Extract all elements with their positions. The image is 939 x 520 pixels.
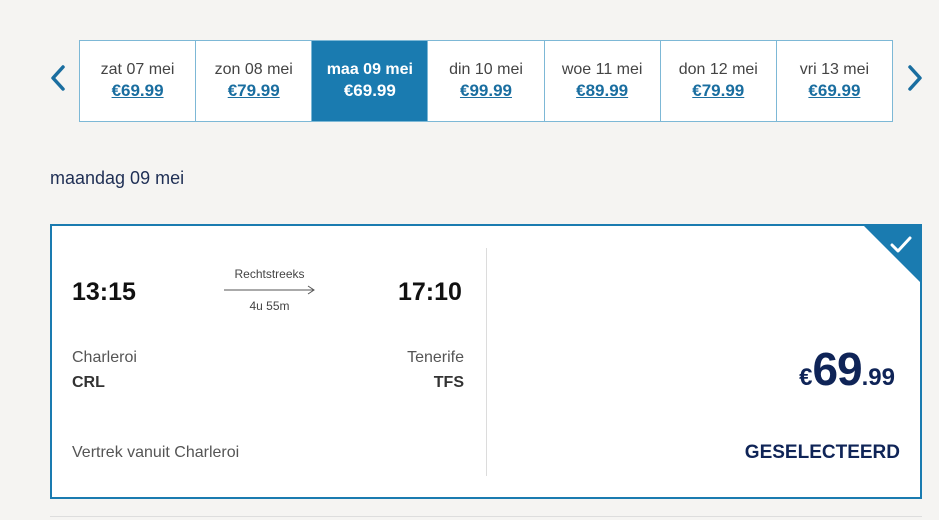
departs-from-note: Vertrek vanuit Charleroi: [72, 444, 240, 461]
date-selector: zat 07 mei €69.99 zon 08 mei €79.99 maa …: [79, 40, 893, 122]
price-currency: €: [799, 364, 813, 391]
flight-duration: 4u 55m: [249, 299, 290, 313]
date-price[interactable]: €79.99: [228, 80, 280, 102]
date-label: woe 11 mei: [561, 61, 643, 78]
chevron-left-icon[interactable]: [46, 60, 70, 96]
flight-card[interactable]: 13:15 Rechtstreeks 4u 55m 17:10 Charlero…: [50, 224, 922, 499]
date-price: €69.99: [343, 81, 396, 100]
selected-status-button[interactable]: GESELECTEERD: [745, 442, 900, 464]
date-label: zat 07 mei: [100, 61, 175, 78]
price-main: 69: [812, 343, 862, 395]
date-option-3[interactable]: din 10 mei €99.99: [428, 41, 545, 121]
arrival-time: 17:10: [398, 278, 462, 306]
date-price[interactable]: €99.99: [460, 80, 512, 102]
date-option-6[interactable]: vri 13 mei €69.99: [777, 41, 892, 121]
date-option-4[interactable]: woe 11 mei €89.99: [545, 41, 661, 121]
departure-code: CRL: [72, 374, 105, 391]
date-price[interactable]: €79.99: [692, 80, 744, 102]
arrow-right-icon: [224, 285, 315, 295]
flight-price: €69.99: [799, 342, 895, 396]
date-option-selected[interactable]: maa 09 mei €69.99: [312, 41, 429, 121]
arrival-code: TFS: [433, 374, 464, 391]
divider: [50, 516, 922, 517]
checkmark-icon: [890, 236, 912, 253]
date-label: zon 08 mei: [214, 61, 293, 78]
date-option-5[interactable]: don 12 mei €79.99: [661, 41, 777, 121]
card-divider: [486, 248, 487, 476]
date-option-1[interactable]: zon 08 mei €79.99: [196, 41, 313, 121]
date-price[interactable]: €69.99: [112, 80, 164, 102]
date-label: din 10 mei: [449, 61, 523, 78]
selected-corner-badge: [862, 226, 920, 284]
date-option-0[interactable]: zat 07 mei €69.99: [80, 41, 197, 121]
price-cents: .99: [861, 364, 895, 391]
date-label: don 12 mei: [678, 61, 758, 78]
departure-city: Charleroi: [72, 349, 137, 366]
date-price[interactable]: €69.99: [808, 80, 860, 102]
day-heading: maandag 09 mei: [50, 168, 185, 188]
route-type: Rechtstreeks: [234, 267, 305, 281]
arrival-city: Tenerife: [407, 349, 464, 366]
date-label: vri 13 mei: [799, 61, 870, 78]
date-price[interactable]: €89.99: [576, 80, 628, 102]
departure-time: 13:15: [72, 278, 136, 306]
date-label: maa 09 mei: [326, 61, 413, 78]
chevron-right-icon[interactable]: [903, 60, 927, 96]
